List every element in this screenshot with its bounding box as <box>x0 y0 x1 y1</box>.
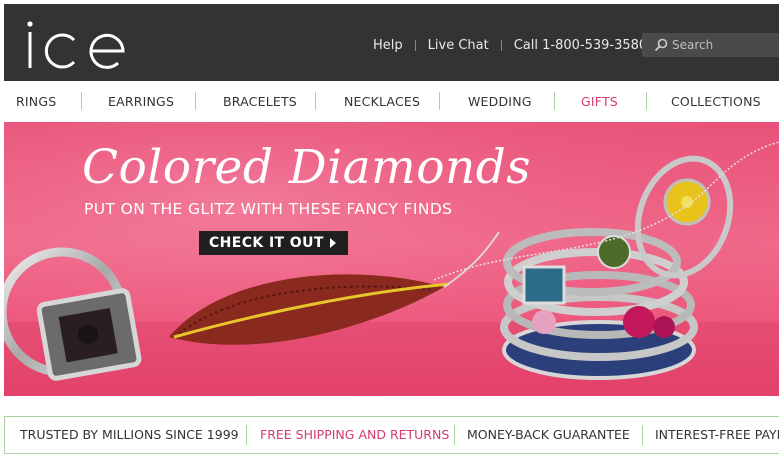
nav-bracelets[interactable]: BRACELETS <box>223 94 297 109</box>
banner-subline: PUT ON THE GLITZ WITH THESE FANCY FINDS <box>84 200 453 218</box>
banner-headline: Colored Diamonds <box>82 140 531 195</box>
nav-rings[interactable]: RINGS <box>16 94 56 109</box>
nav-collections[interactable]: COLLECTIONS <box>671 94 761 109</box>
main-nav: RINGS EARRINGS BRACELETS NECKLACES WEDDI… <box>4 82 779 122</box>
search-icon <box>654 38 668 52</box>
nav-separator <box>646 92 647 110</box>
search-box[interactable] <box>642 33 779 57</box>
search-input[interactable] <box>672 38 779 52</box>
nav-separator <box>195 92 196 110</box>
benefit-free-shipping[interactable]: FREE SHIPPING AND RETURNS <box>260 427 449 442</box>
call-phone-link[interactable]: Call 1-800-539-3580 <box>514 38 647 53</box>
help-link[interactable]: Help <box>373 38 403 53</box>
benefit-separator <box>246 425 247 445</box>
nav-necklaces[interactable]: NECKLACES <box>344 94 420 109</box>
nav-separator <box>554 92 555 110</box>
cta-label: CHECK IT OUT <box>209 235 324 251</box>
benefit-separator <box>454 425 455 445</box>
hero-banner[interactable]: Colored Diamonds PUT ON THE GLITZ WITH T… <box>4 122 779 396</box>
live-chat-link[interactable]: Live Chat <box>428 38 489 53</box>
nav-separator <box>315 92 316 110</box>
benefit-separator <box>642 425 643 445</box>
util-separator <box>500 39 502 51</box>
benefit-interest-free: INTEREST-FREE PAYM <box>655 427 779 442</box>
benefits-bar: TRUSTED BY MILLIONS SINCE 1999 FREE SHIP… <box>4 416 779 454</box>
nav-separator <box>81 92 82 110</box>
utility-links: Help Live Chat Call 1-800-539-3580 <box>373 35 647 55</box>
nav-separator <box>439 92 440 110</box>
benefit-trusted: TRUSTED BY MILLIONS SINCE 1999 <box>20 427 239 442</box>
ice-logo[interactable] <box>24 16 128 70</box>
chevron-right-icon <box>329 238 336 248</box>
util-separator <box>414 39 416 51</box>
benefit-money-back: MONEY-BACK GUARANTEE <box>467 427 630 442</box>
nav-wedding[interactable]: WEDDING <box>468 94 532 109</box>
nav-gifts[interactable]: GIFTS <box>581 94 618 109</box>
check-it-out-button[interactable]: CHECK IT OUT <box>199 231 348 255</box>
nav-earrings[interactable]: EARRINGS <box>108 94 174 109</box>
site-header: Help Live Chat Call 1-800-539-3580 <box>4 4 779 81</box>
